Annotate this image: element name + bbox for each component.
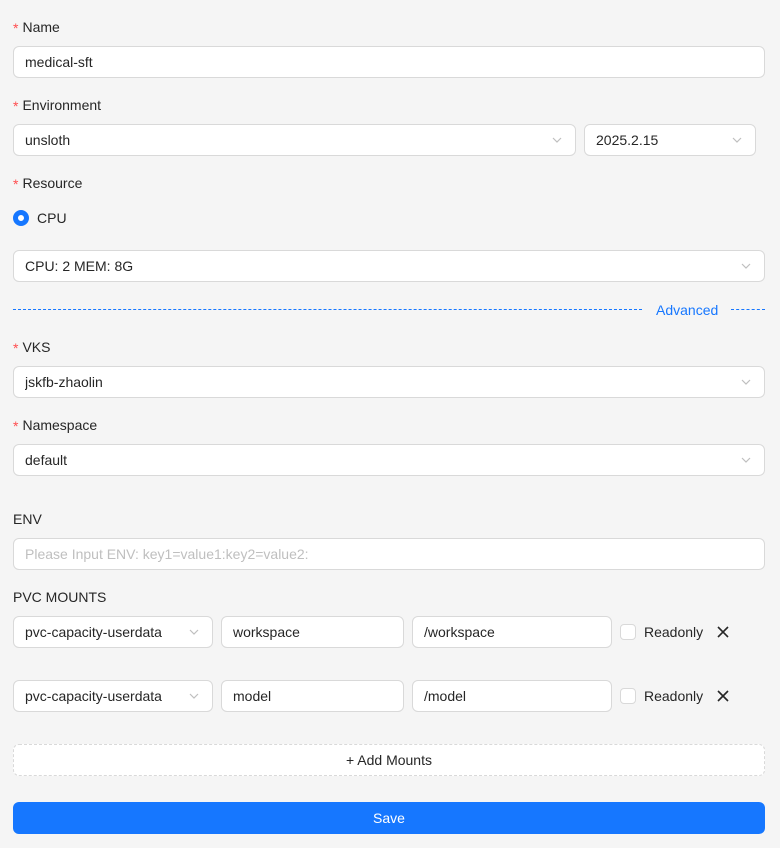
resource-label-text: Resource — [22, 175, 83, 191]
vks-label-text: VKS — [22, 339, 51, 355]
pvc-mount-path-input[interactable]: /workspace — [412, 616, 612, 648]
pvc-select-value: pvc-capacity-userdata — [25, 688, 162, 704]
pvc-subpath-input[interactable]: workspace — [221, 616, 404, 648]
name-label: * Name — [13, 17, 60, 37]
pvc-subpath-value: workspace — [233, 624, 300, 640]
save-button-label: Save — [373, 810, 405, 826]
env-input-placeholder: Please Input ENV: key1=value1:key2=value… — [25, 546, 309, 562]
env-input[interactable]: Please Input ENV: key1=value1:key2=value… — [13, 538, 765, 570]
environment-version-select[interactable]: 2025.2.15 — [584, 124, 756, 156]
resource-spec-select[interactable]: CPU: 2 MEM: 8G — [13, 250, 765, 282]
vks-select[interactable]: jskfb-zhaolin — [13, 366, 765, 398]
checkbox-box — [620, 624, 636, 640]
pvc-select[interactable]: pvc-capacity-userdata — [13, 680, 213, 712]
pvc-mount-path-value: /model — [424, 688, 467, 704]
required-mark: * — [13, 176, 19, 192]
required-mark: * — [13, 98, 19, 114]
advanced-divider-right — [731, 309, 765, 310]
name-input-value: medical-sft — [25, 54, 93, 70]
readonly-label: Readonly — [644, 688, 704, 704]
chevron-down-icon — [187, 625, 201, 639]
chevron-down-icon — [739, 453, 753, 467]
pvc-mounts-label: PVC MOUNTS — [13, 587, 106, 607]
pvc-subpath-input[interactable]: model — [221, 680, 404, 712]
add-mounts-label: + Add Mounts — [345, 752, 432, 768]
radio-checked-icon — [13, 210, 29, 226]
required-mark: * — [13, 418, 19, 434]
chevron-down-icon — [739, 259, 753, 273]
name-label-text: Name — [22, 19, 60, 35]
resource-cpu-radio-label: CPU — [37, 210, 67, 226]
environment-image-select[interactable]: unsloth — [13, 124, 576, 156]
namespace-value: default — [25, 452, 68, 468]
pvc-subpath-value: model — [233, 688, 272, 704]
chevron-down-icon — [739, 375, 753, 389]
namespace-label-text: Namespace — [22, 417, 98, 433]
chevron-down-icon — [550, 133, 564, 147]
environment-label-text: Environment — [22, 97, 102, 113]
environment-version-value: 2025.2.15 — [596, 132, 659, 148]
env-label-text: ENV — [13, 511, 42, 527]
pvc-mounts-label-text: PVC MOUNTS — [13, 589, 107, 605]
required-mark: * — [13, 340, 19, 356]
chevron-down-icon — [730, 133, 744, 147]
readonly-checkbox[interactable]: Readonly — [620, 685, 703, 707]
resource-spec-value: CPU: 2 MEM: 8G — [25, 258, 134, 274]
pvc-select-value: pvc-capacity-userdata — [25, 624, 162, 640]
advanced-toggle[interactable]: Advanced — [656, 300, 718, 320]
checkbox-box — [620, 688, 636, 704]
environment-label: * Environment — [13, 95, 101, 115]
environment-image-value: unsloth — [25, 132, 71, 148]
advanced-divider-left — [13, 309, 642, 310]
vks-label: * VKS — [13, 337, 50, 357]
namespace-select[interactable]: default — [13, 444, 765, 476]
env-label: ENV — [13, 509, 42, 529]
pvc-select[interactable]: pvc-capacity-userdata — [13, 616, 213, 648]
readonly-label: Readonly — [644, 624, 704, 640]
resource-label: * Resource — [13, 173, 82, 193]
required-mark: * — [13, 20, 19, 36]
vks-value: jskfb-zhaolin — [25, 374, 103, 390]
close-icon[interactable] — [715, 688, 731, 704]
pvc-mount-path-value: /workspace — [424, 624, 495, 640]
namespace-label: * Namespace — [13, 415, 97, 435]
chevron-down-icon — [187, 689, 201, 703]
name-input[interactable]: medical-sft — [13, 46, 765, 78]
pvc-mount-path-input[interactable]: /model — [412, 680, 612, 712]
add-mounts-button[interactable]: + Add Mounts — [13, 744, 765, 776]
resource-cpu-radio[interactable]: CPU — [13, 208, 67, 228]
save-button[interactable]: Save — [13, 802, 765, 834]
close-icon[interactable] — [715, 624, 731, 640]
readonly-checkbox[interactable]: Readonly — [620, 621, 703, 643]
